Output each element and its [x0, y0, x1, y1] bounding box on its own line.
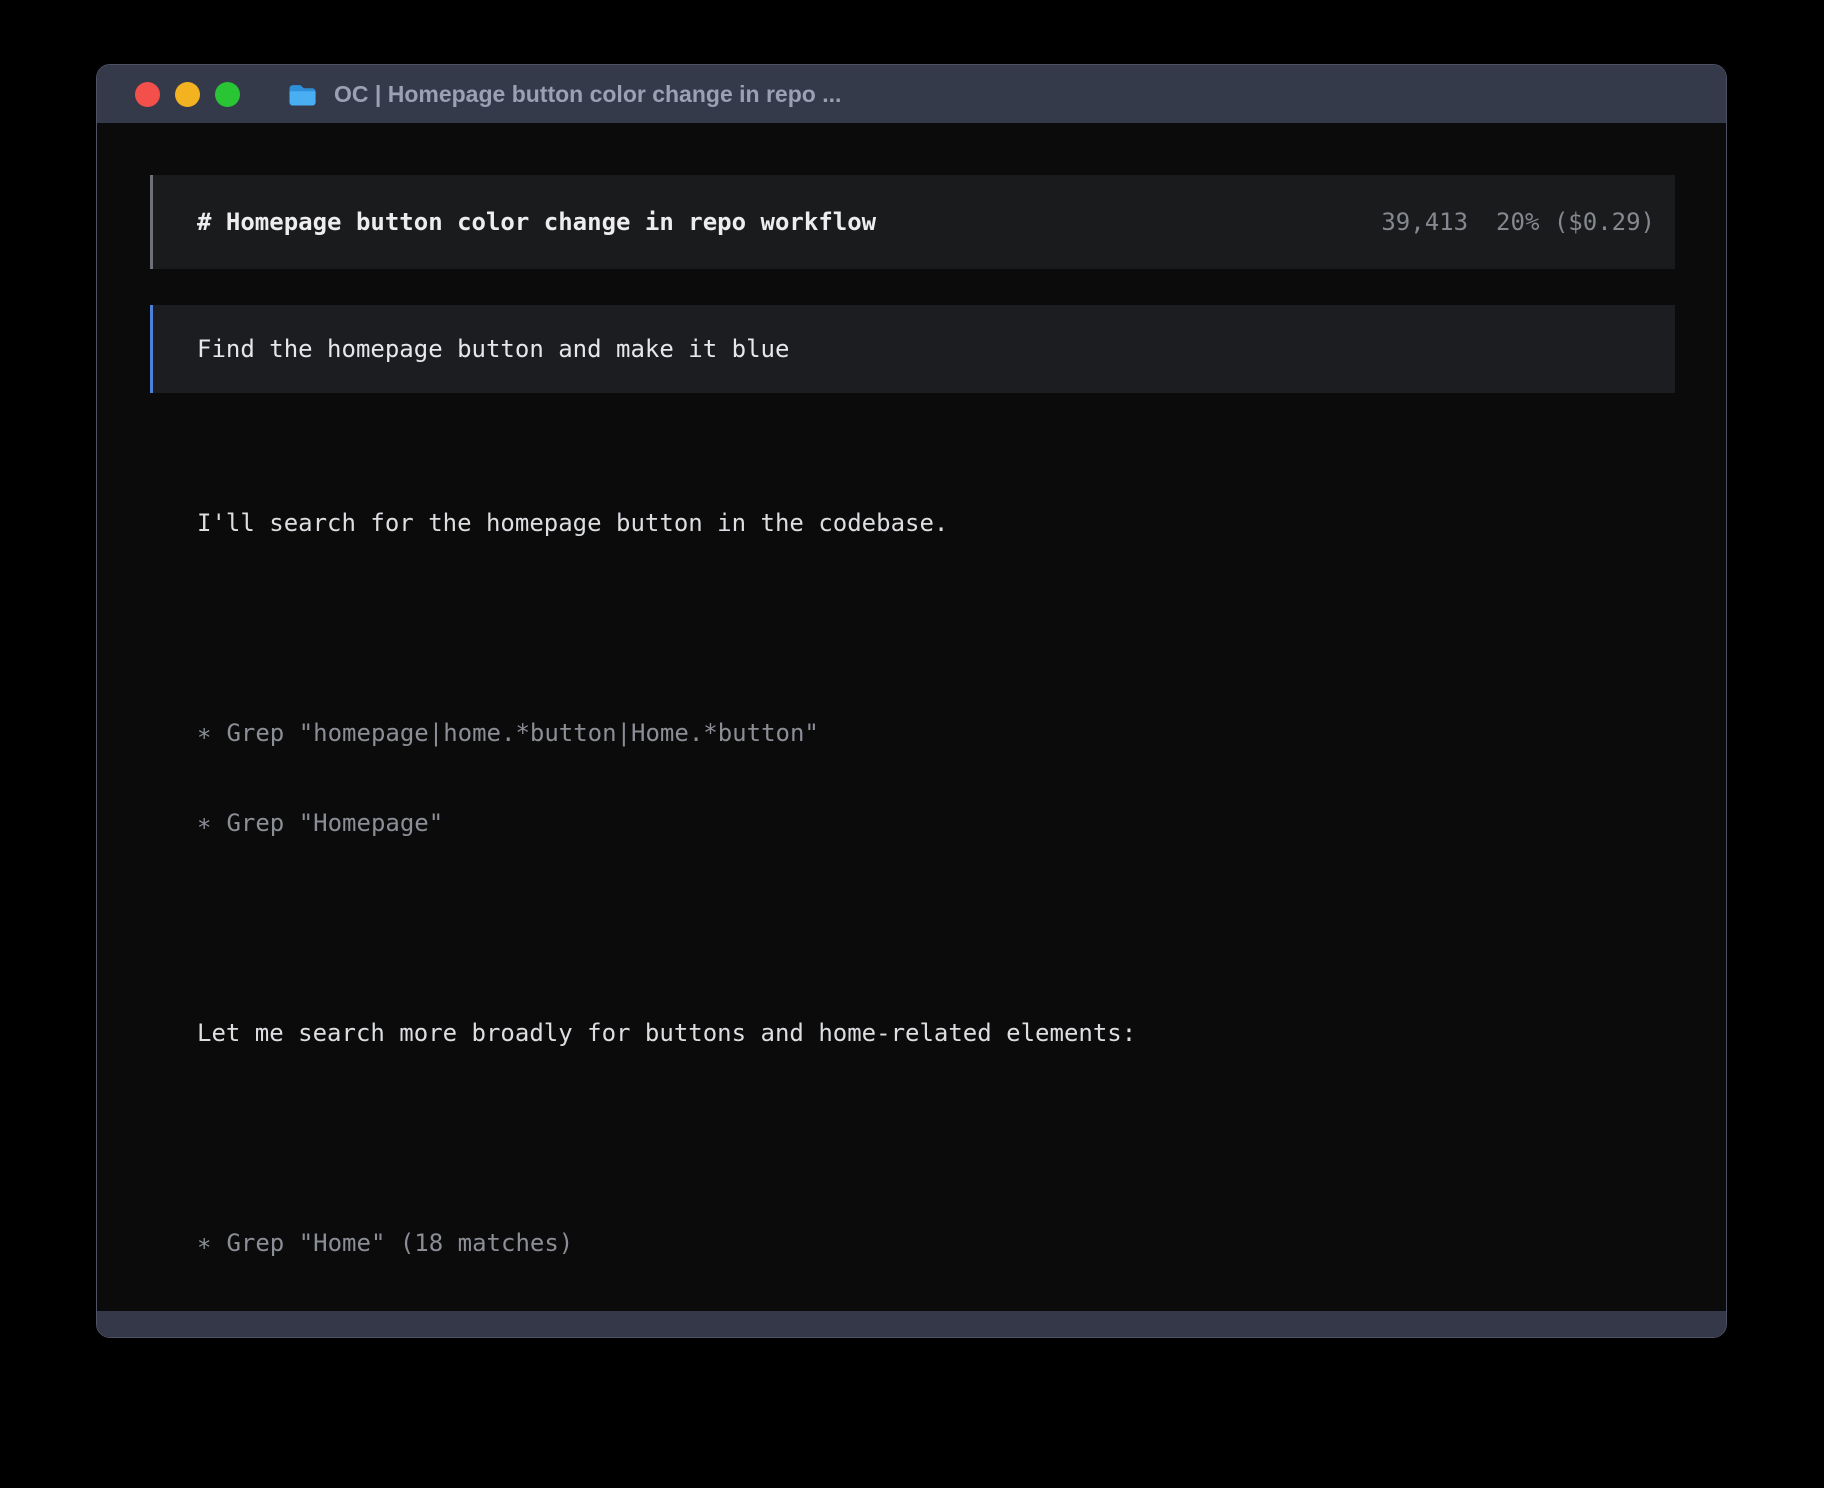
- terminal-content: # Homepage button color change in repo w…: [97, 123, 1726, 1311]
- asterisk-bullet-icon: ∗: [197, 1229, 211, 1257]
- assistant-text: I'll search for the homepage button in t…: [197, 508, 1675, 538]
- user-message-text: Find the homepage button and make it blu…: [197, 334, 789, 364]
- tool-call: ∗Grep "Home" (18 matches): [197, 1228, 1675, 1258]
- tool-call: ∗Grep "homepage|home.*button|Home.*butto…: [197, 718, 1675, 748]
- tool-call: ∗Grep "Homepage": [197, 808, 1675, 838]
- session-header: # Homepage button color change in repo w…: [150, 175, 1675, 269]
- fullscreen-button[interactable]: [215, 82, 240, 107]
- terminal-window: OC | Homepage button color change in rep…: [96, 64, 1727, 1338]
- titlebar: OC | Homepage button color change in rep…: [97, 65, 1726, 123]
- assistant-text: Let me search more broadly for buttons a…: [197, 1018, 1675, 1048]
- window-bottom-strip: [97, 1311, 1726, 1337]
- session-title: # Homepage button color change in repo w…: [197, 207, 876, 237]
- window-title: OC | Homepage button color change in rep…: [334, 81, 841, 108]
- traffic-lights: [135, 82, 240, 107]
- user-message: Find the homepage button and make it blu…: [150, 305, 1675, 393]
- token-count: 39,413: [1381, 207, 1468, 237]
- asterisk-bullet-icon: ∗: [197, 719, 211, 747]
- tool-call-group: ∗Grep "Home" (18 matches) ∗Glob "**/*.ts…: [197, 1168, 1675, 1311]
- asterisk-bullet-icon: ∗: [197, 809, 211, 837]
- close-button[interactable]: [135, 82, 160, 107]
- folder-icon: [288, 83, 317, 106]
- minimize-button[interactable]: [175, 82, 200, 107]
- assistant-messages: I'll search for the homepage button in t…: [150, 418, 1675, 1311]
- context-cost: 20% ($0.29): [1496, 207, 1655, 237]
- tool-call-group: ∗Grep "homepage|home.*button|Home.*butto…: [197, 658, 1675, 898]
- session-stats: 39,413 20% ($0.29): [1381, 207, 1655, 237]
